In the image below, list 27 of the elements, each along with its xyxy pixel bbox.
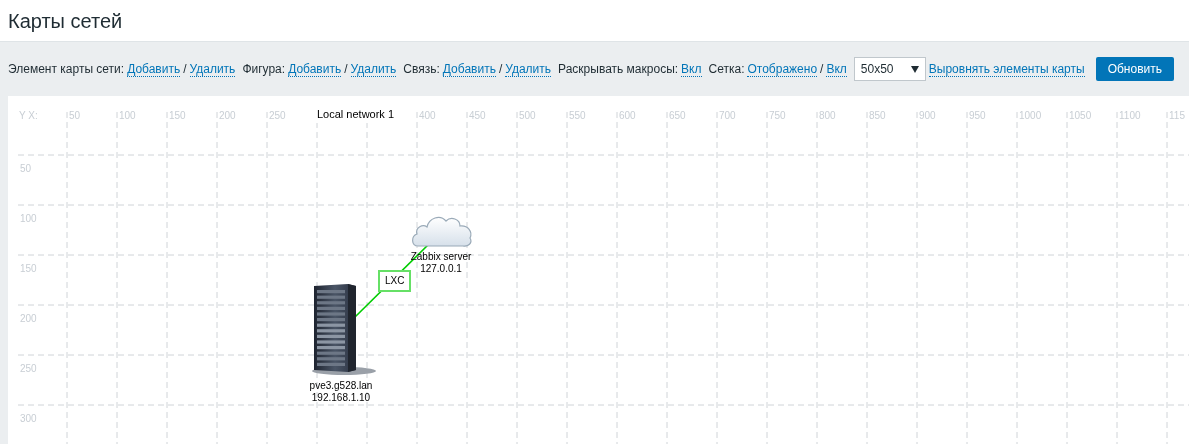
toolbar-link[interactable]: Отображено (747, 61, 818, 77)
separator-text: / (183, 61, 187, 78)
separator-text: / (344, 61, 348, 78)
node-address: 127.0.0.1 (420, 263, 462, 275)
toolbar-link[interactable]: Добавить (288, 61, 342, 77)
toolbar-link[interactable]: Удалить (350, 61, 397, 77)
toolbar-label: Фигура: (242, 61, 286, 78)
toolbar-label: Связь: (403, 61, 440, 78)
caret-icon (910, 65, 919, 73)
toolbar-link[interactable]: Добавить (127, 61, 181, 77)
page-title: Карты сетей (8, 8, 123, 34)
toolbar-link[interactable]: Удалить (505, 61, 552, 77)
toolbar-label: Сетка: (708, 61, 745, 78)
link-label: LXC (378, 270, 412, 292)
node-address: 192.168.1.10 (311, 392, 371, 404)
toolbar-link[interactable]: Выровнять элементы карты (928, 61, 1085, 77)
toolbar-label: Раскрывать макросы: (558, 61, 679, 78)
toolbar-link[interactable]: Удалить (189, 61, 236, 77)
separator-text: / (498, 61, 503, 78)
toolbar-label: Элемент карты сети: (8, 61, 125, 78)
toolbar-link[interactable]: Вкл (826, 61, 847, 77)
toolbar-link[interactable]: Вкл (681, 61, 702, 77)
grid-size-select[interactable]: 50x50 (853, 57, 926, 81)
toolbar-link[interactable]: Добавить (442, 61, 496, 77)
separator-text: / (820, 61, 824, 78)
update-button[interactable]: Обновить (1095, 57, 1174, 81)
node-name: pve3.g528.lan (309, 380, 373, 392)
